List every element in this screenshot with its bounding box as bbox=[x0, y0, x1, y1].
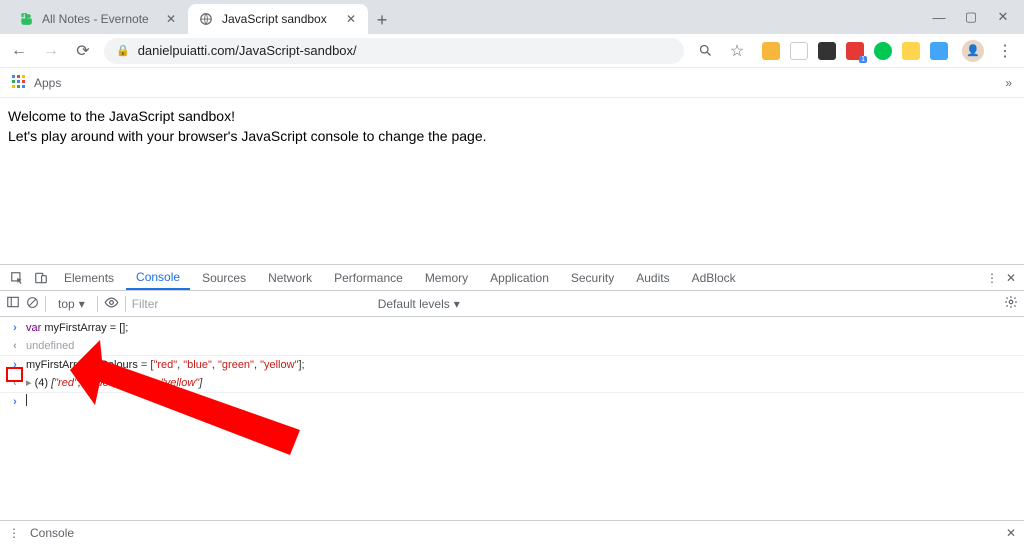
page-text: Let's play around with your browser's Ja… bbox=[8, 128, 1016, 144]
devtools-tab-sources[interactable]: Sources bbox=[192, 265, 256, 290]
devtools-tab-performance[interactable]: Performance bbox=[324, 265, 413, 290]
address-bar-row: ← → ⟳ 🔒 danielpuiatti.com/JavaScript-san… bbox=[0, 34, 1024, 68]
log-level-selector[interactable]: Default levels▾ bbox=[378, 297, 460, 311]
avatar[interactable]: 👤 bbox=[962, 40, 984, 62]
tab-js-sandbox[interactable]: JavaScript sandbox ✕ bbox=[188, 4, 368, 34]
devtools-panel: Elements Console Sources Network Perform… bbox=[0, 264, 1024, 544]
console-body[interactable]: › var myFirstArray = []; ‹ undefined › m… bbox=[0, 317, 1024, 544]
back-button[interactable]: ← bbox=[8, 40, 30, 62]
console-output-line: ‹ ▸ (4) ["red", "blue", "green", "yellow… bbox=[0, 374, 1024, 393]
device-icon[interactable] bbox=[30, 271, 52, 285]
gear-icon[interactable] bbox=[1004, 295, 1018, 312]
close-icon[interactable]: ✕ bbox=[1006, 271, 1016, 285]
apps-label[interactable]: Apps bbox=[34, 76, 61, 90]
devtools-tab-network[interactable]: Network bbox=[258, 265, 322, 290]
extension-icon[interactable] bbox=[762, 42, 780, 60]
devtools-tab-console[interactable]: Console bbox=[126, 265, 190, 290]
devtools-tab-security[interactable]: Security bbox=[561, 265, 624, 290]
chevron-down-icon: ▾ bbox=[454, 297, 460, 311]
extension-icons: 1 bbox=[758, 42, 952, 60]
forward-button[interactable]: → bbox=[40, 40, 62, 62]
extension-icon[interactable] bbox=[790, 42, 808, 60]
context-selector[interactable]: top▾ bbox=[52, 297, 91, 311]
devtools-tabbar: Elements Console Sources Network Perform… bbox=[0, 265, 1024, 291]
minimize-button[interactable]: ― bbox=[932, 10, 946, 25]
sidebar-toggle-icon[interactable] bbox=[6, 295, 20, 312]
input-chevron-icon: › bbox=[10, 320, 20, 336]
url-text: danielpuiatti.com/JavaScript-sandbox/ bbox=[138, 43, 357, 58]
reload-button[interactable]: ⟳ bbox=[72, 40, 94, 62]
menu-icon[interactable]: ⋮ bbox=[994, 40, 1016, 62]
console-input-line: › var myFirstArray = []; bbox=[0, 319, 1024, 337]
globe-icon bbox=[198, 11, 214, 27]
extension-icon[interactable] bbox=[874, 42, 892, 60]
extension-icon[interactable] bbox=[930, 42, 948, 60]
console-toolbar: top▾ Filter Default levels▾ bbox=[0, 291, 1024, 317]
clear-console-icon[interactable] bbox=[26, 296, 39, 312]
console-output-line: ‹ undefined bbox=[0, 337, 1024, 356]
extension-icon[interactable] bbox=[902, 42, 920, 60]
browser-tab-strip: All Notes - Evernote ✕ JavaScript sandbo… bbox=[0, 0, 1024, 34]
devtools-tab-adblock[interactable]: AdBlock bbox=[682, 265, 746, 290]
new-tab-button[interactable]: + bbox=[368, 6, 396, 34]
eye-icon[interactable] bbox=[104, 295, 119, 313]
annotation-highlight bbox=[6, 367, 23, 382]
devtools-tab-audits[interactable]: Audits bbox=[626, 265, 679, 290]
filter-input[interactable]: Filter bbox=[132, 297, 372, 311]
extension-icon[interactable]: 1 bbox=[846, 42, 864, 60]
star-icon[interactable]: ☆ bbox=[726, 40, 748, 62]
apps-icon[interactable] bbox=[12, 75, 28, 91]
window-controls: ― ▢ ✕ bbox=[918, 0, 1024, 34]
output-chevron-icon: ‹ bbox=[10, 338, 20, 354]
tab-title: JavaScript sandbox bbox=[222, 12, 336, 26]
devtools-tab-application[interactable]: Application bbox=[480, 265, 559, 290]
close-window-button[interactable]: ✕ bbox=[996, 9, 1010, 25]
close-icon[interactable]: ✕ bbox=[164, 12, 178, 26]
devtools-tab-memory[interactable]: Memory bbox=[415, 265, 478, 290]
inspect-icon[interactable] bbox=[6, 271, 28, 285]
omnibox[interactable]: 🔒 danielpuiatti.com/JavaScript-sandbox/ bbox=[104, 38, 684, 64]
devtools-drawer: ⋮ Console ✕ bbox=[0, 520, 1024, 544]
console-prompt[interactable]: › bbox=[0, 393, 1024, 411]
console-input-line: › myFirstArrayOfColours = ["red", "blue"… bbox=[0, 356, 1024, 374]
page-content: Welcome to the JavaScript sandbox! Let's… bbox=[0, 98, 1024, 154]
close-icon[interactable]: ✕ bbox=[344, 12, 358, 26]
kebab-icon[interactable]: ⋮ bbox=[986, 271, 998, 285]
chevron-right-icon[interactable]: » bbox=[1005, 76, 1012, 90]
close-icon[interactable]: ✕ bbox=[1006, 526, 1016, 540]
search-icon[interactable] bbox=[694, 40, 716, 62]
drawer-tab-console[interactable]: Console bbox=[30, 526, 74, 540]
extension-icon[interactable] bbox=[818, 42, 836, 60]
tab-title: All Notes - Evernote bbox=[42, 12, 156, 26]
kebab-icon[interactable]: ⋮ bbox=[8, 526, 20, 540]
evernote-icon bbox=[18, 11, 34, 27]
tab-evernote[interactable]: All Notes - Evernote ✕ bbox=[8, 4, 188, 34]
page-text: Welcome to the JavaScript sandbox! bbox=[8, 108, 1016, 124]
input-chevron-icon: › bbox=[10, 394, 20, 410]
chevron-down-icon: ▾ bbox=[79, 297, 85, 311]
devtools-tab-elements[interactable]: Elements bbox=[54, 265, 124, 290]
bookmark-bar: Apps » bbox=[0, 68, 1024, 98]
lock-icon: 🔒 bbox=[116, 44, 130, 57]
maximize-button[interactable]: ▢ bbox=[964, 9, 978, 25]
